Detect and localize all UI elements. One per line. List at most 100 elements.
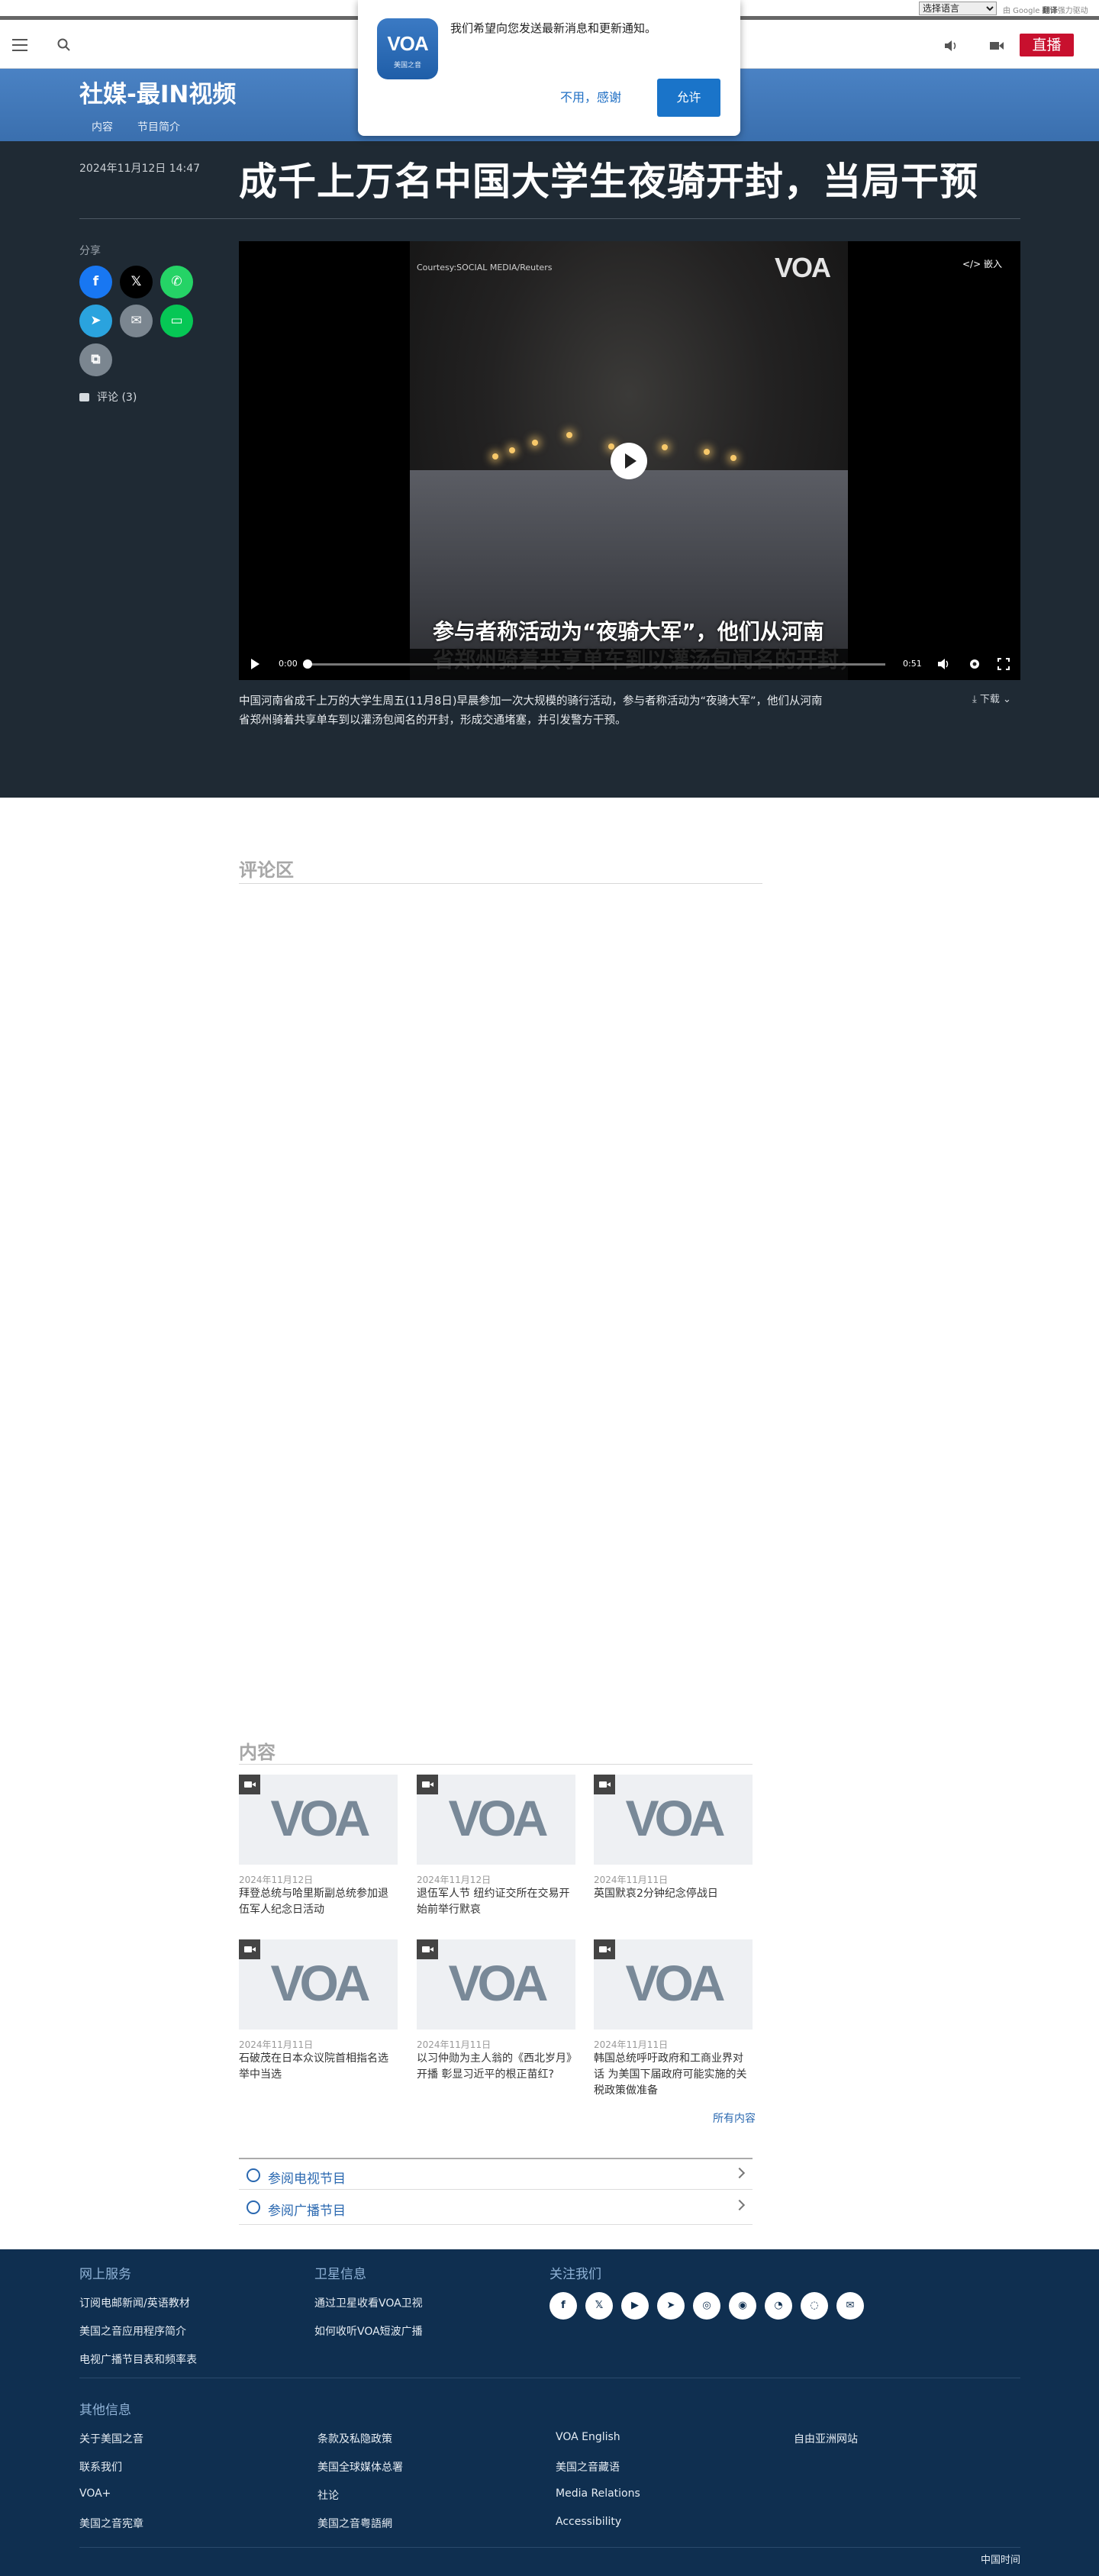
live-button[interactable]: 直播 [1020, 34, 1074, 56]
voa-logo: VOA [625, 1790, 725, 1846]
x-share-button[interactable]: 𝕏 [120, 266, 153, 298]
signal-icon[interactable]: ◌ [801, 2292, 828, 2320]
divider [79, 2547, 1020, 2548]
radio-schedule-link[interactable]: 参阅广播节目 [239, 2191, 753, 2225]
content-card[interactable]: VOA 2024年11月11日 石破茂在日本众议院首相指名选举中当选 [239, 1939, 398, 2092]
all-content-link[interactable]: 所有内容 [713, 2110, 756, 2126]
card-title[interactable]: 退伍军人节 纽约证交所在交易开始前举行默哀 [417, 1886, 575, 1918]
comments-link[interactable]: 评论 (3) [79, 389, 137, 405]
tv-schedule-label: 参阅电视节目 [268, 2171, 346, 2187]
voa-logo: VOA [270, 1790, 370, 1846]
footer-link[interactable]: 美国全球媒体总署 [317, 2459, 403, 2474]
play-button[interactable] [611, 443, 647, 479]
footer-link[interactable]: 美国之音宪章 [79, 2516, 143, 2531]
voa-logo: VOA [270, 1955, 370, 2011]
card-thumbnail[interactable]: VOA [239, 1775, 398, 1865]
card-thumbnail[interactable]: VOA [594, 1775, 753, 1865]
footer-link[interactable]: 美国之音藏语 [556, 2459, 620, 2474]
notification-message: 我们希望向您发送最新消息和更新通知。 [450, 21, 657, 35]
instagram-icon[interactable]: ◎ [693, 2292, 720, 2320]
footer-link[interactable]: 美国之音粤語網 [317, 2516, 392, 2531]
card-title[interactable]: 韩国总统呼吁政府和工商业界对话 为美国下届政府可能实施的关税政策做准备 [594, 2051, 753, 2099]
telegram-share-button[interactable]: ➤ [79, 305, 112, 337]
chevron-right-icon [733, 2167, 746, 2179]
video-camera-icon [594, 1775, 615, 1794]
allow-notifications-button[interactable]: 允许 [657, 79, 720, 117]
video-camera-icon[interactable] [989, 39, 1004, 53]
footer-link[interactable]: 条款及私隐政策 [317, 2431, 392, 2446]
comments-heading: 评论区 [239, 859, 294, 881]
voa-logo: VOA [625, 1955, 725, 2011]
content-card[interactable]: VOA 2024年11月12日 拜登总统与哈里斯副总统参加退伍军人纪念日活动 [239, 1775, 398, 1927]
progress-handle[interactable] [303, 659, 312, 669]
card-title[interactable]: 以习仲勋为主人翁的《西北岁月》开播 彰显习近平的根正苗红? [417, 2051, 575, 2083]
footer-link[interactable]: 自由亚洲网站 [794, 2431, 858, 2446]
voa-logo: VOA [448, 1955, 548, 2011]
nav-content-link[interactable]: 内容 [92, 119, 113, 134]
footer-link[interactable]: 电视广播节目表和频率表 [79, 2352, 197, 2367]
card-title[interactable]: 英国默哀2分钟纪念停战日 [594, 1886, 753, 1902]
download-button[interactable]: ⤓ 下载 ⌄ [972, 691, 1011, 705]
card-date: 2024年11月11日 [594, 1875, 669, 1885]
card-title[interactable]: 拜登总统与哈里斯副总统参加退伍军人纪念日活动 [239, 1886, 398, 1918]
footer-link[interactable]: Media Relations [556, 2487, 640, 2500]
content-card[interactable]: VOA 2024年11月12日 退伍军人节 纽约证交所在交易开始前举行默哀 [417, 1775, 575, 1927]
video-player[interactable]: Courtesy:SOCIAL MEDIA/Reuters VOA 参与者称活动… [239, 241, 1020, 680]
video-caption: 中国河南省成千上万的大学生周五(11月8日)早晨参加一次大规模的骑行活动，参与者… [239, 695, 823, 727]
telegram-icon: ➤ [90, 313, 102, 328]
settings-gear-icon[interactable] [968, 657, 981, 671]
footer-link[interactable]: 社论 [317, 2487, 339, 2503]
notification-prompt: VOA 美国之音 我们希望向您发送最新消息和更新通知。 不用，感谢 允许 [358, 0, 740, 136]
footer-link[interactable]: 通过卫星收看VOA卫视 [314, 2295, 423, 2310]
google-translate-credit: 由 Google 翻译强力驱动 [1003, 7, 1088, 15]
voa-logo: VOA 美国之音 [377, 18, 438, 79]
play-icon[interactable] [251, 659, 259, 669]
footer-link[interactable]: 美国之音应用程序简介 [79, 2323, 186, 2339]
card-thumbnail[interactable]: VOA [417, 1939, 575, 2030]
footer-link[interactable]: 关于美国之音 [79, 2431, 143, 2446]
card-thumbnail[interactable]: VOA [594, 1939, 753, 2030]
email-icon[interactable]: ✉ [836, 2292, 864, 2320]
embed-button[interactable]: </> 嵌入 [962, 257, 1002, 270]
card-thumbnail[interactable]: VOA [417, 1775, 575, 1865]
radio-schedule-label: 参阅广播节目 [268, 2204, 346, 2219]
audio-icon[interactable] [943, 39, 959, 53]
progress-bar[interactable] [305, 663, 885, 666]
youtube-icon[interactable]: ▶ [621, 2292, 649, 2320]
footer-link[interactable]: VOA+ [79, 2487, 111, 2500]
fullscreen-icon[interactable] [997, 658, 1010, 670]
footer-link[interactable]: Accessibility [556, 2516, 621, 2528]
line-share-button[interactable]: ▭ [160, 305, 193, 337]
footer-link[interactable]: 订阅电邮新闻/英语教材 [79, 2295, 190, 2310]
email-share-button[interactable]: ✉ [120, 305, 153, 337]
telegram-icon[interactable]: ➤ [657, 2292, 685, 2320]
nav-about-link[interactable]: 节目简介 [137, 119, 180, 134]
footer-link[interactable]: 联系我们 [79, 2459, 122, 2474]
x-icon[interactable]: 𝕏 [585, 2292, 613, 2320]
language-select[interactable]: 选择语言 [919, 2, 997, 15]
content-card[interactable]: VOA 2024年11月11日 韩国总统呼吁政府和工商业界对话 为美国下届政府可能实… [594, 1939, 753, 2097]
menu-icon[interactable] [12, 39, 27, 53]
card-thumbnail[interactable]: VOA [239, 1939, 398, 2030]
content-card[interactable]: VOA 2024年11月11日 以习仲勋为主人翁的《西北岁月》开播 彰显习近平的根正… [417, 1939, 575, 2092]
footer-link[interactable]: 如何收听VOA短波广播 [314, 2323, 423, 2339]
card-title[interactable]: 石破茂在日本众议院首相指名选举中当选 [239, 2051, 398, 2083]
footer-link[interactable]: VOA English [556, 2431, 620, 2443]
deny-notifications-button[interactable]: 不用，感谢 [549, 79, 633, 117]
divider [239, 1764, 753, 1765]
copy-link-share-button[interactable]: ⧉ [79, 343, 112, 376]
podcast-icon[interactable]: ◉ [729, 2292, 756, 2320]
whatsapp-share-button[interactable]: ✆ [160, 266, 193, 298]
facebook-icon[interactable]: f [550, 2292, 577, 2320]
volume-icon[interactable] [937, 658, 951, 670]
site-footer: 网上服务 订阅电邮新闻/英语教材 美国之音应用程序简介 电视广播节目表和频率表 … [0, 2249, 1099, 2576]
comment-icon [79, 393, 89, 401]
content-card[interactable]: VOA 2024年11月11日 英国默哀2分钟纪念停战日 [594, 1775, 753, 1927]
facebook-share-button[interactable]: f [79, 266, 112, 298]
search-icon[interactable] [56, 37, 72, 53]
video-credit: Courtesy:SOCIAL MEDIA/Reuters [417, 263, 553, 272]
tv-schedule-link[interactable]: 参阅电视节目 [239, 2158, 753, 2190]
program-title[interactable]: 社媒-最IN视频 [79, 75, 236, 109]
article-section: 2024年11月12日 14:47 成千上万名中国大学生夜骑开封，当局干预 分享… [0, 141, 1099, 798]
rss-icon[interactable]: ◔ [765, 2292, 792, 2320]
